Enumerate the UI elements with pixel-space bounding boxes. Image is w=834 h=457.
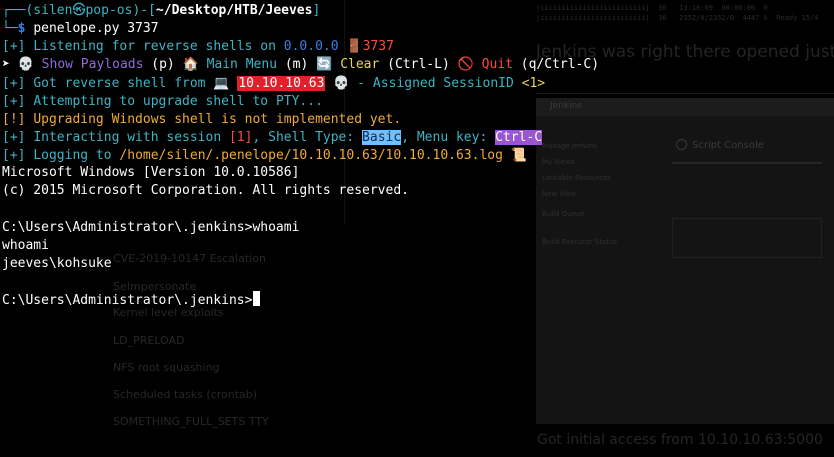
interacting-text: Interacting with session: [33, 130, 222, 145]
listening-line: [+] Listening for reverse shells on 0.0.…: [2, 38, 394, 56]
prompt-open-paren: (silen: [25, 3, 73, 18]
logging-line: [+] Logging to /home/silen/.penelope/10.…: [2, 147, 527, 165]
screen: |iiiiiiiiiiiiiiiiiiiiiiiii| 36 13:16:09 …: [0, 0, 834, 457]
prompt-corner-top: ┌──: [2, 3, 26, 18]
command-line: └─$ penelope.py 3737: [2, 20, 159, 38]
shell-output-line: jeeves\kohsuke: [2, 256, 112, 271]
interacting-line: [+] Interacting with session [1], Shell …: [2, 129, 543, 147]
upgrade-attempt-text: Attempting to upgrade shell to PTY...: [33, 94, 323, 109]
menu-key-badge: Ctrl-C: [495, 130, 543, 145]
arrow-icon: ➤: [2, 57, 10, 72]
listening-port: 3737: [362, 39, 394, 54]
info-tag: [+]: [2, 130, 26, 145]
warning-line: [!] Upgrading Windows shell is not imple…: [2, 111, 401, 129]
main-menu-key: (m): [284, 57, 309, 72]
session-number: [1]: [228, 130, 253, 145]
computer-icon: 💻: [213, 76, 230, 91]
main-menu-option[interactable]: Main Menu: [207, 57, 277, 72]
terminal[interactable]: ┌──(silen㉿pop-os)-[~/Desktop/HTB/Jeeves]…: [0, 0, 834, 457]
log-file-path: /home/silen/.penelope/10.10.10.63/10.10.…: [119, 148, 503, 163]
clear-key: (Ctrl-L): [387, 57, 450, 72]
shell-output-line: C:\Users\Administrator\.jenkins>whoami: [2, 220, 300, 235]
remote-host-badge: 10.10.10.63: [237, 76, 326, 91]
warning-tag: [!]: [2, 112, 26, 127]
clear-option[interactable]: Clear: [340, 57, 379, 72]
text-cursor[interactable]: [253, 291, 261, 306]
command-arg: 3737: [127, 21, 159, 36]
logging-text: Logging to: [33, 148, 112, 163]
no-entry-icon: 🚫: [457, 57, 474, 72]
prompt-path: ~/Desktop/HTB/Jeeves: [155, 3, 313, 18]
prompt-corner-bottom: └─: [2, 21, 18, 36]
got-shell-text: Got reverse shell from: [33, 76, 206, 91]
skull-icon: 💀: [333, 76, 350, 91]
prompt-dash: -[: [140, 3, 156, 18]
shell-type-badge: Basic: [362, 130, 402, 145]
info-tag: [+]: [2, 39, 26, 54]
upgrade-attempt-line: [+] Attempting to upgrade shell to PTY..…: [2, 93, 323, 111]
prompt-at-symbol: ㉿: [72, 3, 86, 18]
assigned-session-text: - Assigned SessionID: [357, 76, 514, 91]
shell-output-line: Microsoft Windows [Version 10.0.10586]: [2, 165, 300, 180]
quit-key: (q/Ctrl-C): [520, 57, 600, 72]
menu-key-label: , Menu key:: [401, 130, 488, 145]
shell-output-line: (c) 2015 Microsoft Corporation. All righ…: [2, 183, 409, 198]
current-prompt-line[interactable]: C:\Users\Administrator\.jenkins>: [2, 291, 261, 309]
scroll-icon: 📜: [510, 148, 527, 163]
got-shell-line: [+] Got reverse shell from 💻 10.10.10.63…: [2, 75, 545, 93]
listening-text: Listening for reverse shells on: [33, 39, 276, 54]
shell-type-label: , Shell Type:: [252, 130, 355, 145]
info-tag: [+]: [2, 148, 26, 163]
warning-text: Upgrading Windows shell is not implement…: [33, 112, 402, 127]
show-payloads-key: (p): [151, 57, 175, 72]
shell-output-line: whoami: [2, 238, 49, 253]
listening-ip: 0.0.0.0: [283, 39, 339, 54]
quit-option[interactable]: Quit: [482, 57, 513, 72]
info-tag: [+]: [2, 76, 26, 91]
command-name: penelope.py: [33, 21, 120, 36]
prompt-header-line: ┌──(silen㉿pop-os)-[~/Desktop/HTB/Jeeves]: [2, 2, 320, 20]
home-icon: 🏠: [182, 57, 199, 72]
show-payloads-option[interactable]: Show Payloads: [42, 57, 144, 72]
skull-icon: 💀: [17, 57, 34, 72]
menu-line: ➤ 💀 Show Payloads (p) 🏠 Main Menu (m) 🔄 …: [2, 56, 599, 74]
prompt-host: pop-os: [85, 3, 133, 18]
current-prompt: C:\Users\Administrator\.jenkins>: [2, 293, 253, 308]
info-tag: [+]: [2, 94, 26, 109]
prompt-close-bracket: ]: [312, 3, 321, 18]
session-id: <1>: [521, 76, 546, 91]
refresh-icon: 🔄: [316, 57, 333, 72]
door-icon: 🚪: [346, 39, 363, 54]
